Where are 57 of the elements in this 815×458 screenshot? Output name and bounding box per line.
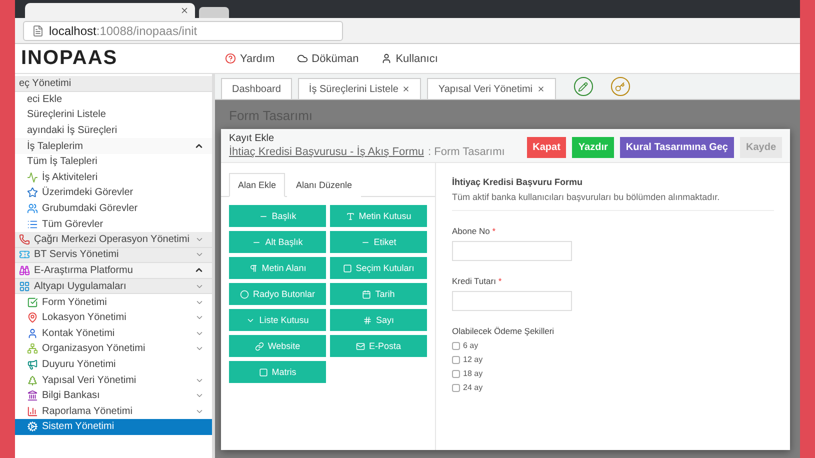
nav-link[interactable]: Kullanıcı: [380, 52, 438, 64]
cloud-icon: [296, 53, 308, 64]
nav-link[interactable]: Döküman: [296, 52, 359, 64]
breadcrumb-text: : Form Tasarımı: [428, 146, 505, 158]
close-icon[interactable]: [402, 85, 410, 93]
page-tab[interactable]: Dashboard: [221, 78, 292, 99]
page-tab[interactable]: İş Süreçlerini Listele: [298, 78, 422, 99]
menu-item[interactable]: ayındaki İş Süreçleri: [15, 122, 212, 138]
breadcrumb-link[interactable]: İhtiaç Kredisi Başvurusu - İş Akış Formu: [229, 146, 424, 158]
field-label: Abone No *: [452, 226, 496, 236]
checkbox[interactable]: [452, 370, 460, 378]
square-icon: [258, 368, 268, 376]
menu-section[interactable]: Altyapı Uygulamaları: [15, 278, 212, 294]
close-icon[interactable]: [536, 85, 545, 93]
modal-title: Kayıt Ekle: [229, 133, 276, 144]
page-icon: [32, 24, 44, 36]
checkbox[interactable]: [452, 356, 460, 364]
menu-section[interactable]: E-Araştırma Platformu: [15, 263, 212, 279]
menu-section[interactable]: Çağrı Merkezi Operasyon Yönetimi: [15, 232, 212, 248]
action-button[interactable]: Kapat: [526, 137, 566, 158]
logo: INOPAAS: [20, 47, 119, 70]
calendar-icon: [362, 290, 372, 298]
address-bar[interactable]: localhost:10088/inopaas/init: [23, 20, 343, 40]
checkbox-label: 18 ay: [463, 369, 483, 378]
pilcrow-icon: [248, 264, 258, 272]
checkbox-label: 12 ay: [463, 355, 483, 364]
mail-icon: [356, 342, 365, 350]
menu-item[interactable]: Sistem Yönetimi: [15, 419, 212, 435]
letter-icon: [346, 212, 355, 220]
nav-link[interactable]: Yardım: [225, 52, 275, 64]
link-icon: [254, 342, 264, 350]
menu-section[interactable]: eç Yönetimi: [15, 76, 212, 92]
close-icon[interactable]: [180, 6, 189, 15]
new-tab-button[interactable]: [199, 7, 229, 18]
action-button[interactable]: Kural Tasarımına Geç: [620, 137, 734, 158]
checkbox-label: 24 ay: [463, 383, 483, 392]
key-icon[interactable]: [610, 77, 630, 96]
panel-tab[interactable]: Alan Ekle: [229, 173, 286, 197]
checkbox[interactable]: [452, 384, 460, 392]
square-icon: [342, 264, 352, 272]
input-field[interactable]: [452, 291, 572, 311]
hash-icon: [362, 316, 372, 324]
form-description: Tüm aktif banka kullanıcıları başvuruları bu bölümden alınmaktadır.: [452, 192, 774, 211]
input-field[interactable]: [452, 241, 572, 261]
page-tab[interactable]: Yapısal Veri Yönetimi: [427, 78, 556, 99]
url-text: localhost:10088/inopaas/init: [49, 24, 198, 38]
circle-icon: [240, 290, 249, 298]
checkbox-label: 6 ay: [463, 341, 478, 350]
form-title: İhtiyaç Kredisi Başvuru Formu: [452, 177, 584, 187]
menu-section[interactable]: BT Servis Yönetimi: [15, 248, 212, 264]
edit-icon[interactable]: [574, 77, 593, 96]
help-icon: [225, 53, 236, 64]
options-label: Olabilecek Ödeme Şekilleri: [452, 326, 556, 336]
checkbox[interactable]: [452, 342, 460, 350]
field-label: Kredi Tutarı *: [452, 276, 503, 286]
menu-item[interactable]: İş Taleplerim: [15, 138, 212, 154]
user-icon: [380, 53, 392, 64]
